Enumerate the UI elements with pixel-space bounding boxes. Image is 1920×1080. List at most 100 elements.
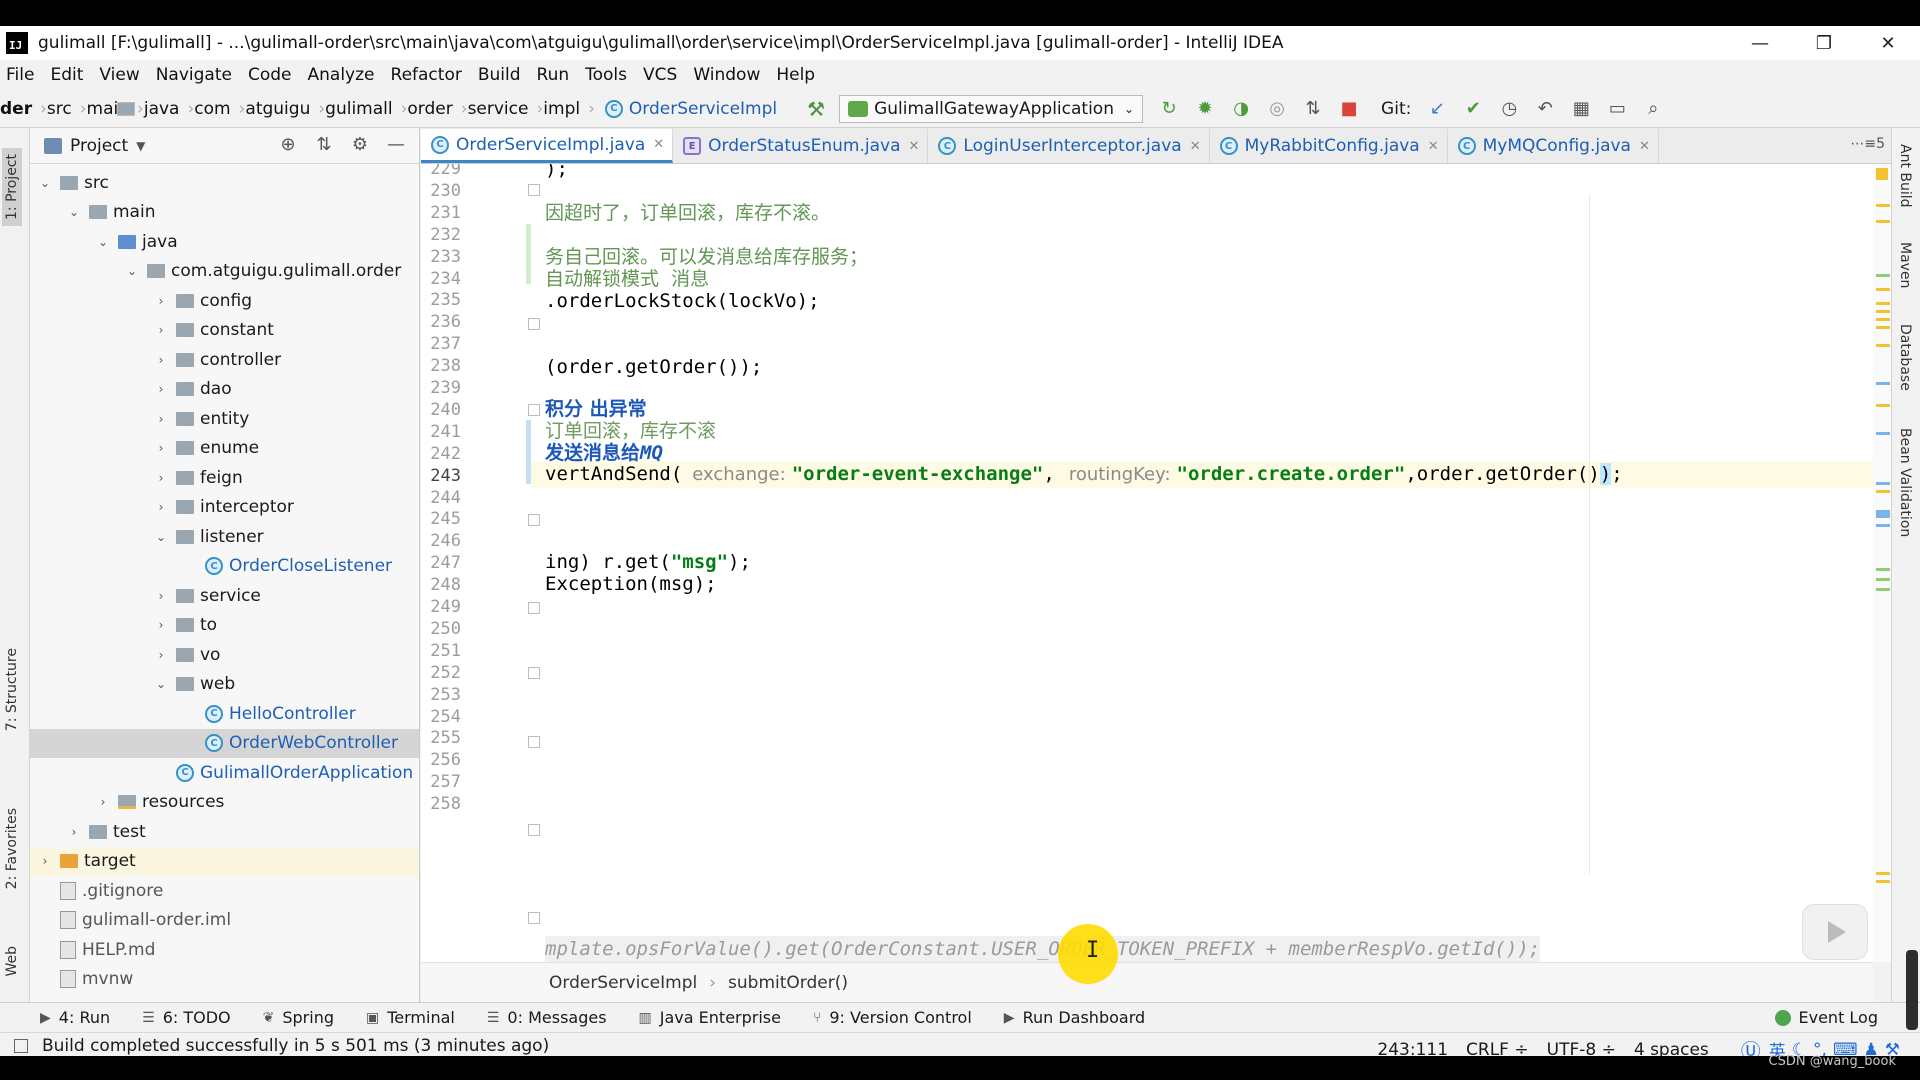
tree-item[interactable]: ⌄ java bbox=[30, 227, 419, 257]
breadcrumb-item[interactable]: service › bbox=[117, 99, 543, 119]
tree-item[interactable]: › entity bbox=[30, 404, 419, 434]
editor-tab[interactable]: C MyMQConfig.java ✕ bbox=[1448, 129, 1659, 163]
menu-run[interactable]: Run bbox=[537, 65, 570, 85]
tree-item[interactable]: › controller bbox=[30, 345, 419, 375]
line-separator[interactable]: CRLF ÷ bbox=[1466, 1040, 1529, 1057]
chevron-right-icon[interactable]: › bbox=[154, 441, 168, 455]
menu-edit[interactable]: Edit bbox=[50, 65, 83, 85]
tree-item[interactable]: › dao bbox=[30, 375, 419, 405]
breadcrumb-item[interactable]: der › bbox=[0, 99, 47, 119]
event-log-button[interactable]: Event Log bbox=[1774, 1008, 1878, 1027]
chevron-down-icon[interactable]: ⌄ bbox=[154, 530, 168, 544]
menu-window[interactable]: Window bbox=[693, 65, 760, 85]
breadcrumb-class[interactable]: OrderServiceImpl bbox=[549, 973, 697, 993]
chevron-down-icon[interactable]: ⌄ bbox=[154, 677, 168, 691]
locate-icon[interactable]: ⊕ bbox=[275, 134, 301, 155]
breadcrumb-item[interactable]: java › bbox=[117, 99, 194, 119]
editor-tab[interactable]: C MyRabbitConfig.java ✕ bbox=[1210, 129, 1448, 163]
tree-item[interactable]: gulimall-order.iml bbox=[30, 906, 419, 936]
project-view-select[interactable]: Project bbox=[70, 136, 128, 156]
close-button[interactable]: ✕ bbox=[1856, 26, 1920, 60]
search-icon[interactable]: ⌕ bbox=[1643, 98, 1663, 119]
git-commit-icon[interactable]: ✔ bbox=[1463, 98, 1483, 119]
tree-item[interactable]: › interceptor bbox=[30, 493, 419, 523]
caret-position[interactable]: 243:111 bbox=[1377, 1040, 1448, 1057]
tree-item[interactable]: ⌄ main bbox=[30, 198, 419, 228]
tree-item[interactable]: › service bbox=[30, 581, 419, 611]
tree-item[interactable]: ⌄ listener bbox=[30, 522, 419, 552]
scrollbar[interactable] bbox=[1906, 950, 1918, 1030]
menu-navigate[interactable]: Navigate bbox=[156, 65, 232, 85]
tree-item[interactable]: ⌄ web bbox=[30, 670, 419, 700]
tree-item[interactable]: › config bbox=[30, 286, 419, 316]
tree-item[interactable]: mvnw bbox=[30, 965, 419, 995]
run-configuration-select[interactable]: GulimallGatewayApplication ⌄ bbox=[839, 94, 1144, 123]
breadcrumb-item[interactable]: main › bbox=[87, 99, 144, 119]
menu-code[interactable]: Code bbox=[248, 65, 292, 85]
tree-item[interactable]: C OrderCloseListener bbox=[30, 552, 419, 582]
tool-window-button[interactable]: ⑂ 9: Version Control bbox=[813, 1008, 972, 1027]
coverage-icon[interactable]: ◑ bbox=[1231, 98, 1251, 119]
chevron-right-icon[interactable]: › bbox=[154, 353, 168, 367]
tab-web[interactable]: Web bbox=[4, 946, 20, 977]
build-hammer-icon[interactable]: ⚒ bbox=[807, 97, 825, 121]
tree-item[interactable]: ⌄ com.atguigu.gulimall.order bbox=[30, 257, 419, 287]
chevron-right-icon[interactable]: › bbox=[154, 471, 168, 485]
editor-tab[interactable]: C OrderServiceImpl.java ✕ bbox=[421, 129, 674, 163]
fold-marker[interactable] bbox=[528, 514, 540, 526]
menu-analyze[interactable]: Analyze bbox=[308, 65, 375, 85]
fold-marker[interactable] bbox=[528, 667, 540, 679]
toggle-tool-windows-icon[interactable] bbox=[14, 1038, 28, 1053]
menu-tools[interactable]: Tools bbox=[585, 65, 627, 85]
attach-icon[interactable]: ⇅ bbox=[1303, 98, 1323, 119]
fold-marker[interactable] bbox=[528, 602, 540, 614]
fold-marker[interactable] bbox=[528, 912, 540, 924]
tool-window-button[interactable]: ❦ Spring bbox=[263, 1008, 334, 1027]
chevron-right-icon[interactable]: › bbox=[154, 294, 168, 308]
breadcrumb-item[interactable]: impl › bbox=[117, 99, 595, 119]
menu-view[interactable]: View bbox=[99, 65, 139, 85]
menu-help[interactable]: Help bbox=[776, 65, 815, 85]
indent-setting[interactable]: 4 spaces bbox=[1634, 1040, 1709, 1057]
tool-window-button[interactable]: ☰ 0: Messages bbox=[487, 1008, 607, 1027]
layout-icon[interactable]: ▭ bbox=[1607, 98, 1627, 119]
breadcrumb-class[interactable]: C OrderServiceImpl bbox=[595, 99, 777, 119]
chevron-right-icon[interactable]: › bbox=[154, 618, 168, 632]
stop-icon[interactable]: ■ bbox=[1339, 98, 1359, 119]
chevron-down-icon[interactable]: ▼ bbox=[136, 139, 145, 153]
tree-item[interactable]: C GulimallOrderApplication bbox=[30, 758, 419, 788]
tab-database[interactable]: Database bbox=[1897, 324, 1913, 391]
video-play-button[interactable] bbox=[1802, 904, 1868, 960]
chevron-right-icon[interactable]: › bbox=[154, 323, 168, 337]
minimize-button[interactable]: — bbox=[1728, 26, 1792, 60]
fold-marker[interactable] bbox=[528, 184, 540, 196]
close-tab-icon[interactable]: ✕ bbox=[909, 139, 920, 154]
file-encoding[interactable]: UTF-8 ÷ bbox=[1547, 1040, 1616, 1057]
ime-indicator[interactable]: Ⓤ 英 ☾ °, ⌨ ♟ ⚒ bbox=[1723, 1035, 1900, 1056]
tree-item[interactable]: ⌄ src bbox=[30, 168, 419, 198]
breadcrumb-item[interactable]: order › bbox=[117, 99, 468, 119]
tree-item[interactable]: C OrderWebController bbox=[30, 728, 419, 758]
chevron-down-icon[interactable]: ⌄ bbox=[38, 176, 52, 190]
chevron-right-icon[interactable]: › bbox=[154, 589, 168, 603]
editor-tab[interactable]: C LoginUserInterceptor.java ✕ bbox=[928, 129, 1210, 163]
rollback-icon[interactable]: ↶ bbox=[1535, 98, 1555, 119]
tabs-overflow[interactable]: ⋯≡5 bbox=[1850, 136, 1885, 152]
tree-item[interactable]: HELP.md bbox=[30, 935, 419, 965]
hide-icon[interactable]: — bbox=[383, 134, 409, 155]
menu-vcs[interactable]: VCS bbox=[643, 65, 677, 85]
fold-marker[interactable] bbox=[528, 736, 540, 748]
tab-bean-validation[interactable]: Bean Validation bbox=[1897, 428, 1913, 537]
tree-item[interactable]: › target bbox=[30, 846, 419, 876]
tree-item[interactable]: › constant bbox=[30, 316, 419, 346]
tab-maven[interactable]: Maven bbox=[1897, 242, 1913, 288]
breadcrumb-item[interactable]: atguigu › bbox=[117, 99, 325, 119]
tree-item[interactable]: › to bbox=[30, 611, 419, 641]
breadcrumb-item[interactable]: gulimall › bbox=[117, 99, 407, 119]
history-icon[interactable]: ◷ bbox=[1499, 98, 1519, 119]
tab-structure[interactable]: 7: Structure bbox=[4, 648, 20, 731]
close-tab-icon[interactable]: ✕ bbox=[1190, 139, 1201, 154]
chevron-right-icon[interactable]: › bbox=[154, 412, 168, 426]
tab-ant-build[interactable]: Ant Build bbox=[1897, 144, 1913, 208]
tree-item[interactable]: C HelloController bbox=[30, 699, 419, 729]
